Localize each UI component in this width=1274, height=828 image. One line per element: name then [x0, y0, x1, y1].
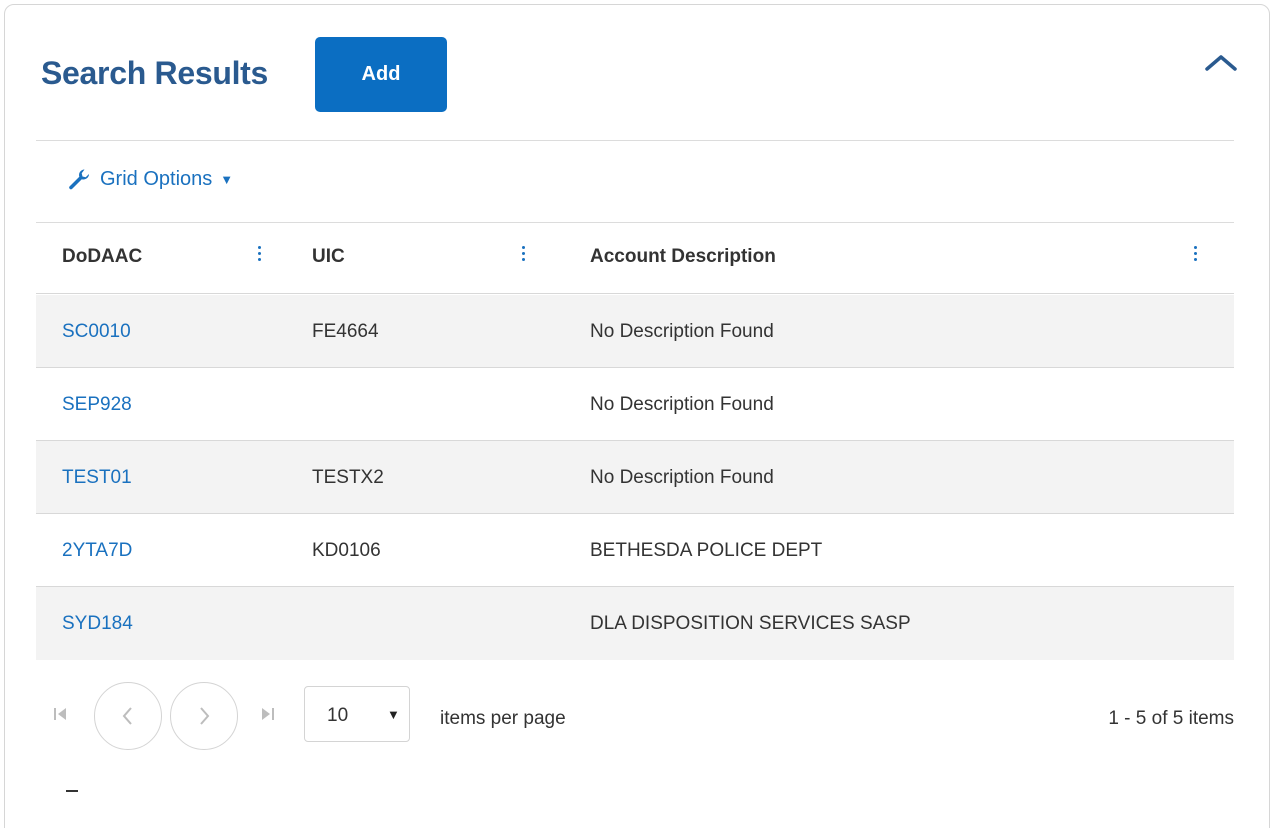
uic-cell: TESTX2	[312, 467, 384, 488]
dropdown-arrow-icon: ▼	[387, 707, 400, 722]
add-button[interactable]: Add	[315, 37, 447, 112]
table-header: DoDAAC UIC Account Description	[36, 222, 1234, 294]
table-body: SC0010 FE4664 No Description Found SEP92…	[36, 295, 1234, 660]
page-size-value: 10	[327, 705, 349, 726]
description-cell: No Description Found	[590, 321, 774, 342]
table-row: SEP928 No Description Found	[36, 368, 1234, 441]
uic-cell: KD0106	[312, 540, 381, 561]
previous-page-button[interactable]	[94, 682, 162, 750]
column-menu-uic-icon[interactable]	[518, 244, 528, 266]
items-per-page-label: items per page	[440, 708, 566, 729]
column-header-account-description[interactable]: Account Description	[590, 246, 776, 268]
grid-options-label: Grid Options	[100, 167, 213, 190]
column-menu-dodaac-icon[interactable]	[254, 244, 264, 266]
description-cell: No Description Found	[590, 394, 774, 415]
table-row: SYD184 DLA DISPOSITION SERVICES SASP	[36, 587, 1234, 660]
description-cell: BETHESDA POLICE DEPT	[590, 540, 823, 561]
uic-cell: FE4664	[312, 321, 379, 342]
description-cell: DLA DISPOSITION SERVICES SASP	[590, 613, 911, 634]
dodaac-link[interactable]: SEP928	[62, 394, 132, 416]
chevron-up-icon[interactable]	[1201, 45, 1241, 81]
caret-down-icon: ▼	[220, 171, 234, 187]
column-header-uic[interactable]: UIC	[312, 246, 345, 268]
next-page-button[interactable]	[170, 682, 238, 750]
table-row: TEST01 TESTX2 No Description Found	[36, 441, 1234, 514]
column-menu-description-icon[interactable]	[1190, 244, 1200, 266]
wrench-icon	[69, 169, 89, 190]
pagination-bar: 10 ▼ items per page 1 - 5 of 5 items	[36, 678, 1234, 750]
panel-title: Search Results	[41, 55, 269, 91]
dodaac-link[interactable]: SC0010	[62, 321, 131, 343]
page-size-select[interactable]: 10 ▼	[304, 686, 410, 742]
chevron-left-icon	[122, 707, 132, 725]
column-header-dodaac[interactable]: DoDAAC	[62, 246, 142, 268]
pager-range-info: 1 - 5 of 5 items	[1108, 708, 1234, 729]
minus-icon	[66, 790, 78, 792]
table-row: 2YTA7D KD0106 BETHESDA POLICE DEPT	[36, 514, 1234, 587]
chevron-right-icon	[200, 707, 210, 725]
grid-options-button[interactable]: Grid Options ▼	[66, 164, 233, 194]
dodaac-link[interactable]: TEST01	[62, 467, 132, 489]
header-divider	[36, 140, 1234, 141]
dodaac-link[interactable]: SYD184	[62, 613, 133, 635]
first-page-icon[interactable]	[50, 704, 70, 724]
description-cell: No Description Found	[590, 467, 774, 488]
table-row: SC0010 FE4664 No Description Found	[36, 295, 1234, 368]
last-page-icon[interactable]	[258, 704, 278, 724]
dodaac-link[interactable]: 2YTA7D	[62, 540, 132, 562]
